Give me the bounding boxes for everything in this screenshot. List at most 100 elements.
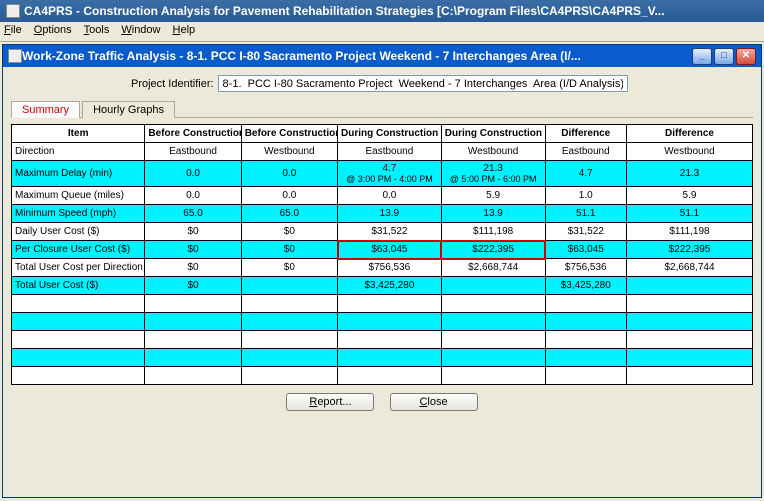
grid-cell: [145, 331, 241, 349]
grid-cell: [627, 349, 753, 367]
grid-cell: [241, 313, 337, 331]
table-row: Daily User Cost ($)$0$0$31,522$111,198$3…: [12, 223, 753, 241]
grid-cell: [545, 331, 627, 349]
grid-cell: $3,425,280: [338, 277, 442, 295]
grid-cell: 4.7@ 3:00 PM - 4:00 PM: [338, 161, 442, 187]
tab-hourly[interactable]: Hourly Graphs: [82, 101, 175, 118]
row-item-label: Total User Cost ($): [12, 277, 145, 295]
close-button[interactable]: ✕: [736, 48, 756, 65]
grid-cell: [441, 277, 545, 295]
grid-cell: [545, 295, 627, 313]
close-dialog-button[interactable]: Close: [390, 393, 478, 411]
minimize-button[interactable]: _: [692, 48, 712, 65]
table-row: Per Closure User Cost ($)$0$0$63,045$222…: [12, 241, 753, 259]
table-row: DirectionEastboundWestboundEastboundWest…: [12, 143, 753, 161]
grid-cell: $111,198: [441, 223, 545, 241]
grid-cell: [241, 349, 337, 367]
row-item-label: Maximum Delay (min): [12, 161, 145, 187]
grid-header-cell: Before Construction: [241, 125, 337, 143]
grid-header-row: ItemBefore ConstructionBefore Constructi…: [12, 125, 753, 143]
app-icon: [6, 4, 20, 18]
grid-cell: 51.1: [627, 205, 753, 223]
grid-cell: 5.9: [627, 187, 753, 205]
grid-cell: $756,536: [338, 259, 442, 277]
grid-cell: 4.7: [545, 161, 627, 187]
row-item-label: Daily User Cost ($): [12, 223, 145, 241]
grid-cell: 21.3: [627, 161, 753, 187]
grid-cell: $2,668,744: [627, 259, 753, 277]
grid-cell: $31,522: [338, 223, 442, 241]
grid-header-cell: During Construction: [441, 125, 545, 143]
grid-cell: Eastbound: [145, 143, 241, 161]
grid-cell: [145, 367, 241, 385]
grid-cell: 51.1: [545, 205, 627, 223]
grid-cell: [241, 295, 337, 313]
grid-cell: $0: [145, 223, 241, 241]
menu-tools[interactable]: Tools: [84, 24, 110, 39]
row-item-label: [12, 349, 145, 367]
grid-cell: $0: [145, 277, 241, 295]
table-row: [12, 313, 753, 331]
grid-cell: [241, 277, 337, 295]
tab-summary[interactable]: Summary: [11, 101, 80, 118]
grid-cell: [338, 367, 442, 385]
grid-cell: 13.9: [338, 205, 442, 223]
grid-cell: $0: [145, 241, 241, 259]
table-row: Total User Cost per Direction ($)$0$0$75…: [12, 259, 753, 277]
grid-cell: 1.0: [545, 187, 627, 205]
grid-cell: 0.0: [241, 161, 337, 187]
menu-window[interactable]: Window: [121, 24, 160, 39]
grid-cell: $63,045: [338, 241, 442, 259]
row-item-label: [12, 331, 145, 349]
grid-cell: [627, 295, 753, 313]
table-row: Maximum Delay (min)0.00.04.7@ 3:00 PM - …: [12, 161, 753, 187]
table-row: [12, 367, 753, 385]
grid-cell: $222,395: [627, 241, 753, 259]
grid-cell: [441, 313, 545, 331]
table-row: Total User Cost ($)$0 $3,425,280 $3,425,28…: [12, 277, 753, 295]
report-button[interactable]: Report...: [286, 393, 374, 411]
inner-app-icon: [8, 49, 22, 63]
grid-cell: [338, 313, 442, 331]
grid-cell: [441, 295, 545, 313]
grid-cell: 0.0: [145, 161, 241, 187]
row-item-label: [12, 367, 145, 385]
grid-cell: $3,425,280: [545, 277, 627, 295]
inner-window: Work-Zone Traffic Analysis - 8-1. PCC I-…: [2, 44, 762, 498]
maximize-button[interactable]: □: [714, 48, 734, 65]
grid-cell: [145, 349, 241, 367]
tabs: Summary Hourly Graphs: [11, 100, 753, 118]
row-item-label: Total User Cost per Direction ($): [12, 259, 145, 277]
grid-cell: 0.0: [338, 187, 442, 205]
grid-cell: Eastbound: [338, 143, 442, 161]
grid-cell: [545, 367, 627, 385]
table-row: [12, 331, 753, 349]
grid-cell: $63,045: [545, 241, 627, 259]
inner-body: Project Identifier: Summary Hourly Graph…: [3, 67, 761, 497]
menu-options[interactable]: Options: [34, 24, 72, 39]
grid-cell: [441, 349, 545, 367]
grid-cell: [241, 331, 337, 349]
row-item-label: Maximum Queue (miles): [12, 187, 145, 205]
grid-cell: [145, 313, 241, 331]
grid-cell: 13.9: [441, 205, 545, 223]
grid-header-cell: Difference: [627, 125, 753, 143]
inner-titlebar: Work-Zone Traffic Analysis - 8-1. PCC I-…: [3, 45, 761, 67]
app-title: CA4PRS - Construction Analysis for Pavem…: [24, 4, 665, 18]
main-titlebar: CA4PRS - Construction Analysis for Pavem…: [0, 0, 764, 22]
row-item-label: Direction: [12, 143, 145, 161]
grid-cell: [338, 349, 442, 367]
menu-file[interactable]: File: [4, 24, 22, 39]
menu-file-label: ile: [11, 24, 22, 36]
project-identifier-field[interactable]: [218, 75, 628, 92]
grid-cell: [627, 367, 753, 385]
grid-cell: $222,395: [441, 241, 545, 259]
inner-title: Work-Zone Traffic Analysis - 8-1. PCC I-…: [22, 49, 692, 63]
menu-help[interactable]: Help: [173, 24, 196, 39]
grid-cell: [441, 331, 545, 349]
grid-cell: [241, 367, 337, 385]
grid-cell: [545, 349, 627, 367]
row-item-label: Per Closure User Cost ($): [12, 241, 145, 259]
grid-header-cell: Item: [12, 125, 145, 143]
grid-cell: $31,522: [545, 223, 627, 241]
